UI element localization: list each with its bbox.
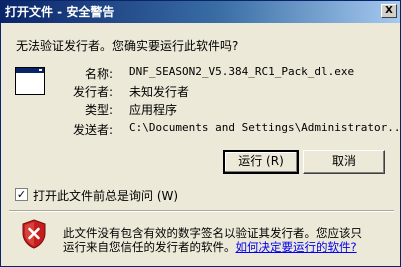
security-shield-icon (22, 219, 46, 249)
security-warning-dialog: 打开文件 - 安全警告 X 无法验证发行者。您确实要运行此软件吗? 名称: DN… (0, 0, 401, 267)
info-row-name: 名称: DNF_SEASON2_V5.384_RC1_Pack_dl.exe (61, 65, 401, 81)
info-row-from: 发送者: C:\Documents and Settings\Administr… (61, 121, 401, 137)
question-text: 无法验证发行者。您确实要运行此软件吗? (16, 39, 239, 53)
info-value: DNF_SEASON2_V5.384_RC1_Pack_dl.exe (129, 65, 355, 78)
close-button[interactable]: X (381, 4, 397, 18)
info-label: 发行者: (72, 85, 113, 99)
application-window-icon (15, 67, 45, 95)
always-ask-label: 打开此文件前总是询问 (W) (33, 189, 179, 203)
warning-line-1: 此文件没有包含有效的数字签名以验证其发行者。您应该只 (63, 226, 362, 240)
warning-text: 此文件没有包含有效的数字签名以验证其发行者。您应该只 运行来自您信任的发行者的软… (63, 226, 362, 254)
info-value: C:\Documents and Settings\Administrator.… (129, 121, 401, 134)
info-label: 名称: (84, 67, 113, 81)
warning-line-2: 运行来自您信任的发行者的软件。如何决定要运行的软件? (63, 240, 362, 254)
divider (9, 210, 394, 212)
cancel-button[interactable]: 取消 (303, 150, 385, 174)
run-button[interactable]: 运行 (R) (223, 150, 299, 174)
info-label: 发送者: (72, 123, 113, 137)
info-row-publisher: 发行者: 未知发行者 (61, 83, 401, 99)
info-value: 未知发行者 (129, 85, 190, 99)
info-row-type: 类型: 应用程序 (61, 101, 401, 117)
close-icon: X (385, 5, 393, 16)
warning-line-2-text: 运行来自您信任的发行者的软件。 (63, 240, 236, 254)
info-value: 应用程序 (129, 103, 178, 117)
info-label: 类型: (84, 103, 113, 117)
help-link[interactable]: 如何决定要运行的软件? (236, 240, 357, 254)
title-bar: 打开文件 - 安全警告 X (1, 1, 400, 23)
window-title: 打开文件 - 安全警告 (5, 5, 115, 19)
always-ask-checkbox[interactable]: ✓ (15, 188, 28, 201)
